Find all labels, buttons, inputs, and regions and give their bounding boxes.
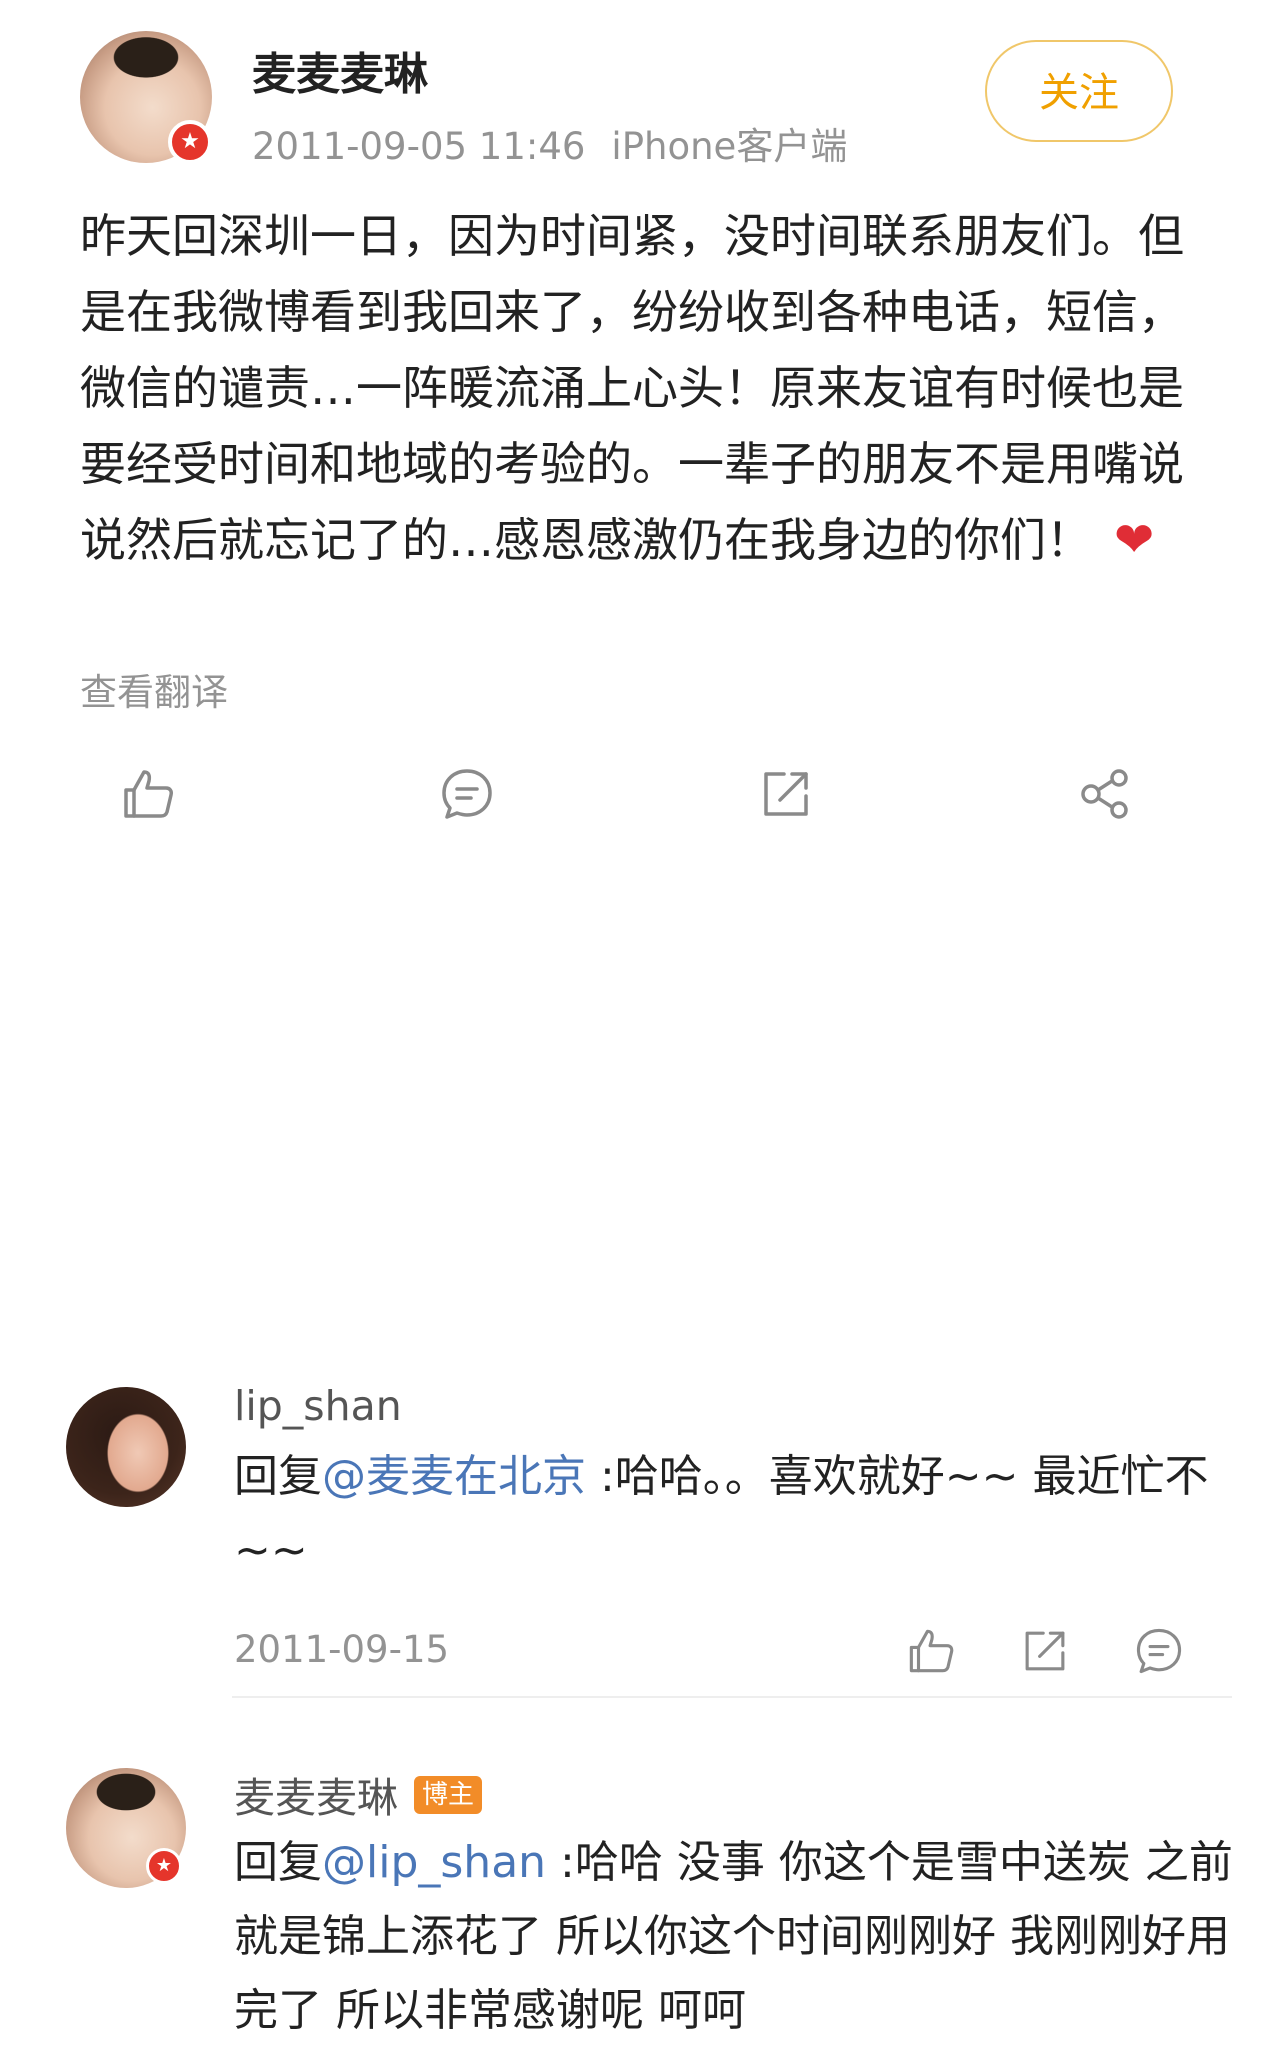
follow-button[interactable]: 关注 — [985, 40, 1173, 142]
host-badge: 博主 — [414, 1776, 483, 1814]
share-icon[interactable] — [1077, 766, 1133, 822]
commenter-name[interactable]: 麦麦麦琳 — [234, 1774, 398, 1822]
translate-link[interactable]: 查看翻译 — [80, 662, 228, 716]
post-timestamp: 2011-09-05 11:46 — [252, 125, 586, 168]
commenter-avatar[interactable] — [66, 1387, 186, 1507]
post-source: iPhone客户端 — [611, 125, 848, 168]
like-icon[interactable] — [120, 766, 176, 822]
commenter-name[interactable]: lip_shan — [234, 1382, 402, 1430]
reply-prefix: 回复 — [234, 1451, 322, 1502]
avatar-photo — [66, 1387, 186, 1507]
commenter-name-row: 麦麦麦琳 博主 — [234, 1764, 483, 1824]
author-name[interactable]: 麦麦麦琳 — [252, 38, 428, 102]
post-text-content: 昨天回深圳一日，因为时间紧，没时间联系朋友们。但是在我微博看到我回来了，纷纷收到… — [80, 209, 1184, 567]
repost-icon[interactable] — [758, 766, 814, 822]
comment-divider — [232, 1696, 1232, 1698]
comment-repost-icon[interactable] — [1020, 1626, 1070, 1676]
comment-like-icon[interactable] — [906, 1626, 956, 1676]
comment-text: 回复@麦麦在北京 :哈哈。。喜欢就好~~ 最近忙不~~ — [234, 1440, 1234, 1588]
mention-link[interactable]: @lip_shan — [322, 1837, 546, 1888]
mention-link[interactable]: @麦麦在北京 — [322, 1451, 586, 1502]
post-text: 昨天回深圳一日，因为时间紧，没时间联系朋友们。但是在我微博看到我回来了，纷纷收到… — [80, 198, 1200, 578]
post-meta: 2011-09-05 11:46 iPhone客户端 — [252, 116, 847, 170]
verified-badge-icon: ★ — [146, 1848, 182, 1884]
comment-date: 2011-09-15 — [234, 1628, 450, 1671]
comment-text: 回复@lip_shan :哈哈 没事 你这个是雪中送炭 之前就是锦上添花了 所以… — [234, 1826, 1234, 2048]
reply-prefix: 回复 — [234, 1837, 322, 1888]
comment-reply-icon[interactable] — [1134, 1626, 1184, 1676]
verified-badge-icon: ★ — [168, 120, 212, 164]
heart-emoji-icon: ❤ — [1114, 512, 1155, 568]
comment-icon[interactable] — [439, 766, 495, 822]
